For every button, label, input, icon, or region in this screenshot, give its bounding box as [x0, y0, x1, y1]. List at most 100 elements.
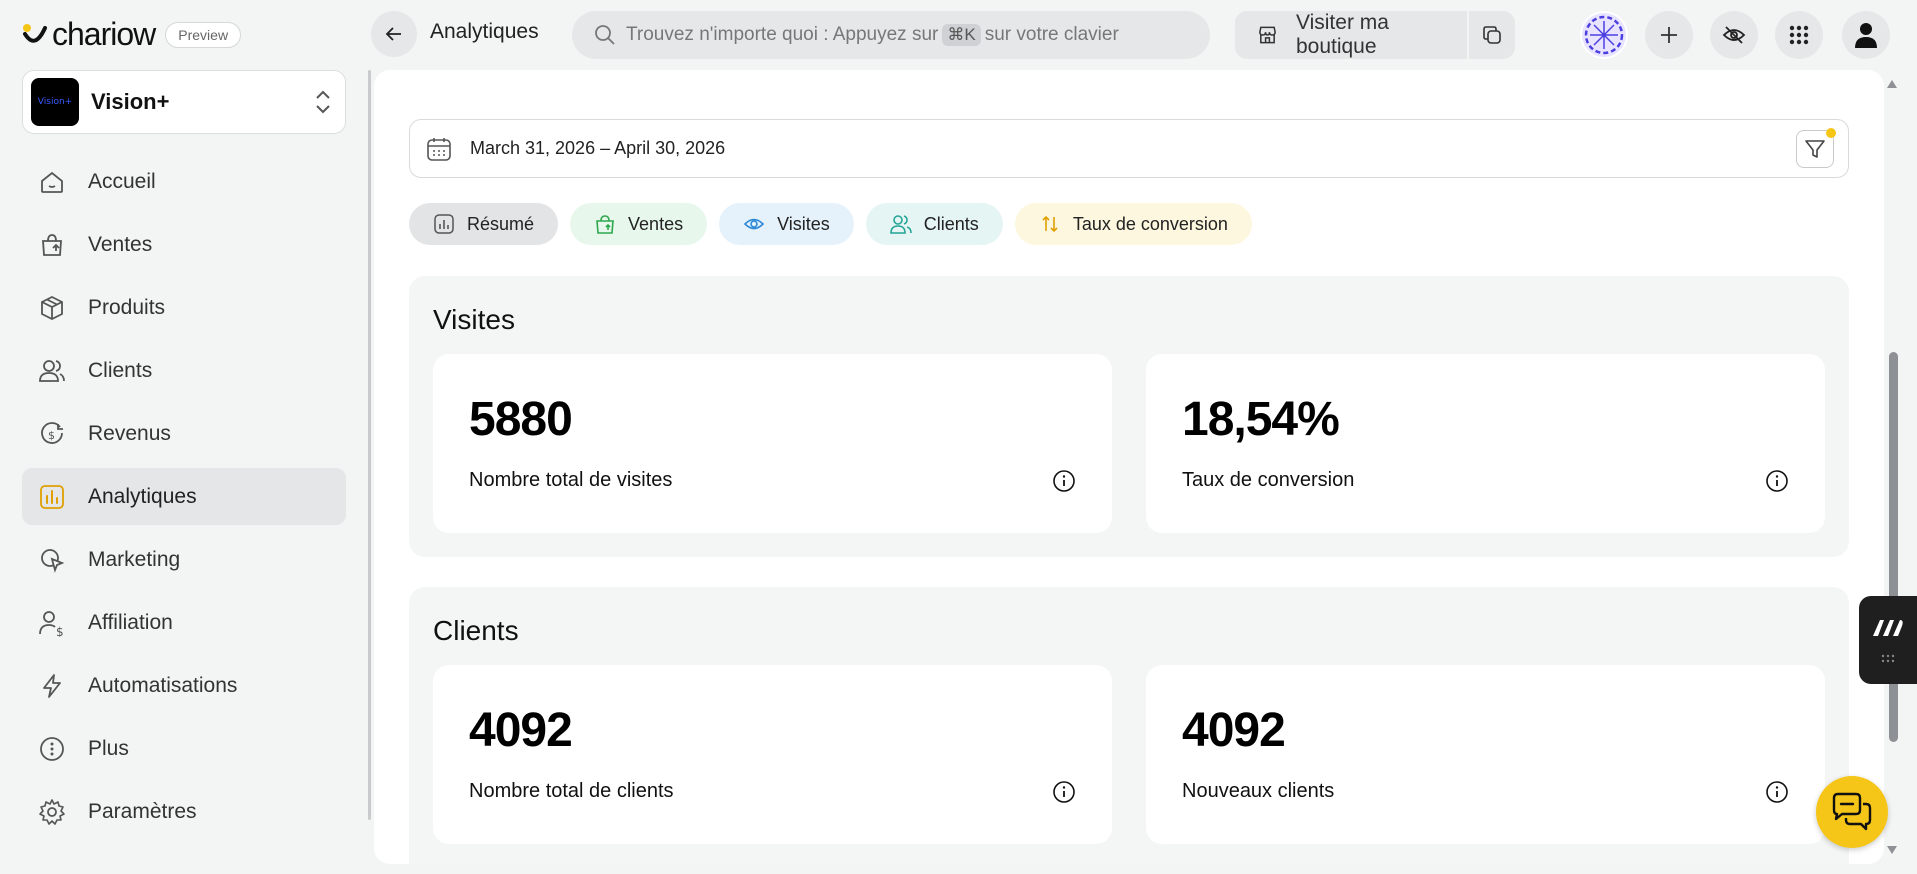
- section-title: Clients: [433, 615, 519, 646]
- search-placeholder-suffix: sur votre clavier: [984, 24, 1119, 45]
- store-logo: Vision+: [31, 78, 79, 126]
- sidebar-item-clients[interactable]: Clients: [22, 342, 346, 399]
- add-button[interactable]: [1645, 11, 1693, 59]
- sidebar-item-plus[interactable]: Plus: [22, 720, 346, 777]
- back-button[interactable]: [371, 11, 417, 57]
- ai-assistant-button[interactable]: [1580, 11, 1628, 59]
- sidebar-item-parametres[interactable]: Paramètres: [22, 783, 346, 840]
- calendar-icon: [427, 137, 451, 161]
- side-widget-tab[interactable]: [1859, 596, 1917, 684]
- section-title: Visites: [433, 304, 515, 335]
- stat-value: 4092: [469, 704, 573, 757]
- info-icon[interactable]: [1052, 780, 1076, 804]
- store-selector[interactable]: Vision+ Vision+: [22, 70, 346, 134]
- sidebar-item-ventes[interactable]: Ventes: [22, 216, 346, 273]
- brand-name: chariow: [52, 16, 156, 52]
- user-icon: [1855, 23, 1877, 48]
- stat-value: 5880: [469, 393, 573, 446]
- sidebar-item-accueil[interactable]: Accueil: [22, 153, 346, 210]
- gear-icon: [38, 798, 66, 826]
- stat-card-total-clients: 4092 Nombre total de clients: [433, 665, 1112, 844]
- sidebar-item-marketing[interactable]: Marketing: [22, 531, 346, 588]
- tab-ventes[interactable]: Ventes: [570, 203, 708, 245]
- preview-badge: Preview: [165, 21, 242, 48]
- sidebar-item-label: Ventes: [88, 232, 153, 256]
- chevron-up-down-icon: [316, 90, 330, 114]
- user-menu-button[interactable]: [1842, 11, 1890, 59]
- brand-logo[interactable]: chariow Preview: [22, 16, 242, 53]
- shopping-bag-icon: [596, 215, 614, 234]
- date-range-picker[interactable]: March 31, 2026 – April 30, 2026: [409, 119, 1849, 178]
- box-icon: [38, 294, 66, 322]
- tab-label: Taux de conversion: [1072, 213, 1228, 234]
- filter-active-dot: [1826, 128, 1836, 138]
- tab-clients[interactable]: Clients: [865, 203, 1003, 245]
- visit-store-button[interactable]: Visiter ma boutique: [1235, 11, 1469, 59]
- sidebar-item-label: Clients: [88, 358, 153, 382]
- sidebar-item-label: Produits: [88, 295, 166, 319]
- widget-logo-icon: [1873, 620, 1903, 636]
- stat-label: Nombre total de clients: [469, 780, 674, 802]
- chariow-logo-icon: [22, 22, 48, 48]
- home-icon: [38, 168, 66, 196]
- stat-label: Taux de conversion: [1182, 469, 1355, 491]
- sidebar-item-analytiques[interactable]: Analytiques: [22, 468, 346, 525]
- eye-off-icon: [1722, 26, 1746, 44]
- tab-taux-de-conversion[interactable]: Taux de conversion: [1014, 203, 1252, 245]
- tab-label: Ventes: [628, 213, 684, 234]
- store-name: Vision+: [91, 89, 170, 114]
- analytics-tabs: Résumé Ventes Visites Clients Taux de co…: [409, 203, 1252, 245]
- search-placeholder: Trouvez n'importe quoi : Appuyez sur: [626, 24, 939, 45]
- sidebar-resize-handle[interactable]: [368, 70, 371, 820]
- tab-resume[interactable]: Résumé: [409, 203, 559, 245]
- stat-label: Nombre total de visites: [469, 469, 673, 491]
- drag-handle-icon[interactable]: [1881, 654, 1895, 664]
- tab-visites[interactable]: Visites: [719, 203, 854, 245]
- sidebar-item-produits[interactable]: Produits: [22, 279, 346, 336]
- sidebar-item-label: Paramètres: [88, 799, 197, 823]
- arrow-left-icon: [385, 27, 401, 41]
- conversion-icon: [1042, 215, 1058, 233]
- lightning-icon: [38, 672, 66, 700]
- visit-store-label: Visiter ma boutique: [1295, 11, 1389, 58]
- info-icon[interactable]: [1765, 469, 1789, 493]
- hide-values-button[interactable]: [1710, 11, 1758, 59]
- info-icon[interactable]: [1052, 469, 1076, 493]
- stat-value: 18,54%: [1182, 393, 1340, 446]
- revenue-icon: $: [38, 420, 66, 448]
- tab-label: Résumé: [467, 213, 535, 234]
- copy-icon: [1483, 26, 1501, 44]
- bar-chart-icon: [38, 483, 66, 511]
- users-icon: [38, 357, 66, 385]
- svg-text:$: $: [48, 429, 55, 442]
- sidebar-item-label: Plus: [88, 736, 129, 760]
- users-icon: [889, 215, 912, 234]
- filter-icon: [1805, 140, 1825, 158]
- sidebar-item-revenus[interactable]: $ Revenus: [22, 405, 346, 462]
- chat-bubbles-icon: [1832, 792, 1872, 831]
- megaphone-icon: [38, 546, 66, 574]
- info-icon[interactable]: [1765, 780, 1789, 804]
- copy-link-button[interactable]: [1469, 24, 1515, 46]
- grid-icon: [1789, 25, 1809, 45]
- affiliate-icon: $: [38, 609, 66, 637]
- sidebar-item-label: Affiliation: [88, 610, 173, 634]
- visites-section: Visites 5880 Nombre total de visites 18,…: [409, 276, 1849, 557]
- store-logo-text: Vision+: [37, 97, 73, 107]
- shortcut-badge: ⌘K: [942, 24, 981, 46]
- apps-menu-button[interactable]: [1775, 11, 1823, 59]
- storefront-icon: [1259, 26, 1276, 44]
- sidebar-item-affiliation[interactable]: $ Affiliation: [22, 594, 346, 651]
- sidebar-nav: Accueil Ventes Produits Clients $ Revenu…: [22, 153, 346, 846]
- page-title: Analytiques: [430, 20, 539, 43]
- chat-support-button[interactable]: [1816, 776, 1888, 848]
- plus-icon: [1661, 27, 1677, 43]
- sidebar-item-automatisations[interactable]: Automatisations: [22, 657, 346, 714]
- stat-label: Nouveaux clients: [1182, 780, 1335, 802]
- sidebar-item-label: Accueil: [88, 169, 156, 193]
- search-input[interactable]: Trouvez n'importe quoi : Appuyez sur ⌘K …: [572, 11, 1210, 59]
- filter-button[interactable]: [1796, 128, 1836, 168]
- search-icon: [595, 25, 615, 45]
- svg-text:$: $: [56, 625, 64, 637]
- main-content: March 31, 2026 – April 30, 2026 Résumé V…: [374, 70, 1884, 864]
